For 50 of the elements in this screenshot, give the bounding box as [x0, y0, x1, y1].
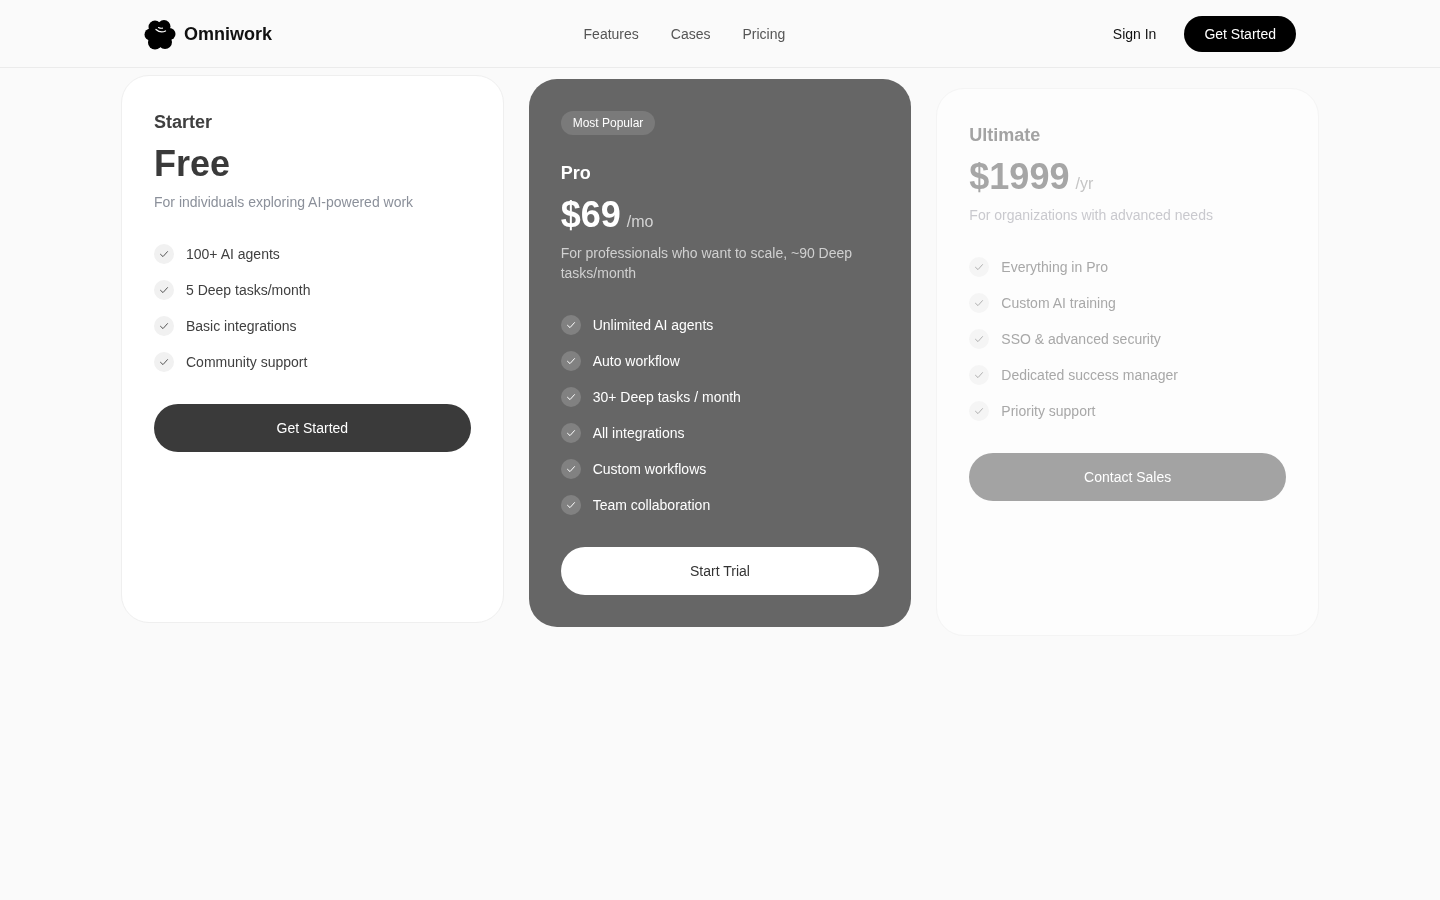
check-icon: [969, 365, 990, 385]
plan-price: Free: [154, 144, 231, 184]
feature-text: SSO & advanced security: [1001, 330, 1161, 349]
feature-text: Custom AI training: [1001, 294, 1116, 313]
plan-price: $69: [560, 195, 621, 235]
check-icon: [154, 316, 174, 336]
price-period: /mo: [626, 212, 654, 232]
feature-text: All integrations: [592, 424, 685, 443]
feature-text: Basic integrations: [186, 317, 297, 336]
feature-text: Everything in Pro: [1001, 258, 1108, 277]
logo-icon: [144, 17, 176, 50]
plan-name: Starter: [154, 111, 214, 134]
plan-name: Pro: [560, 162, 592, 185]
check-icon: [560, 351, 581, 371]
plan-price: $1999: [969, 157, 1070, 197]
sign-in-link[interactable]: Sign In: [1096, 15, 1173, 52]
feature-text: Dedicated success manager: [1001, 366, 1178, 385]
price-period: /yr: [1075, 174, 1094, 194]
check-icon: [969, 257, 990, 277]
check-icon: [560, 315, 581, 335]
plan-description: For individuals exploring AI-powered work: [154, 193, 415, 212]
nav-link[interactable]: Features: [583, 23, 639, 44]
feature-text: Custom workflows: [592, 460, 707, 479]
plan-name: Ultimate: [969, 124, 1042, 147]
nav-link[interactable]: Cases: [670, 23, 711, 44]
get-started-button[interactable]: Get Started: [1184, 15, 1296, 52]
check-icon: [969, 401, 990, 421]
check-icon: [560, 495, 581, 515]
plan-description: For professionals who want to scale, ~90 Deep tasks/month: [560, 244, 854, 283]
check-icon: [969, 329, 990, 349]
check-icon: [154, 352, 174, 372]
check-icon: [154, 280, 174, 300]
feature-text: 100+ AI agents: [186, 245, 280, 264]
plan-tag: Most Popular: [560, 111, 656, 135]
check-icon: [560, 459, 581, 479]
check-icon: [560, 387, 581, 407]
feature-text: 30+ Deep tasks / month: [592, 388, 741, 407]
feature-text: Unlimited AI agents: [592, 316, 714, 335]
brand-name: Omniwork: [184, 22, 272, 46]
feature-text: Auto workflow: [592, 352, 680, 371]
nav-link[interactable]: Pricing: [742, 23, 786, 44]
feature-text: Priority support: [1001, 402, 1096, 421]
check-icon: [969, 293, 990, 313]
check-icon: [560, 423, 581, 443]
feature-text: Community support: [186, 353, 308, 372]
feature-text: 5 Deep tasks/month: [186, 281, 311, 300]
check-icon: [154, 244, 174, 264]
plan-button[interactable]: Start Trial: [560, 547, 880, 595]
feature-text: Team collaboration: [592, 496, 711, 515]
plan-button[interactable]: Get Started: [154, 404, 471, 452]
